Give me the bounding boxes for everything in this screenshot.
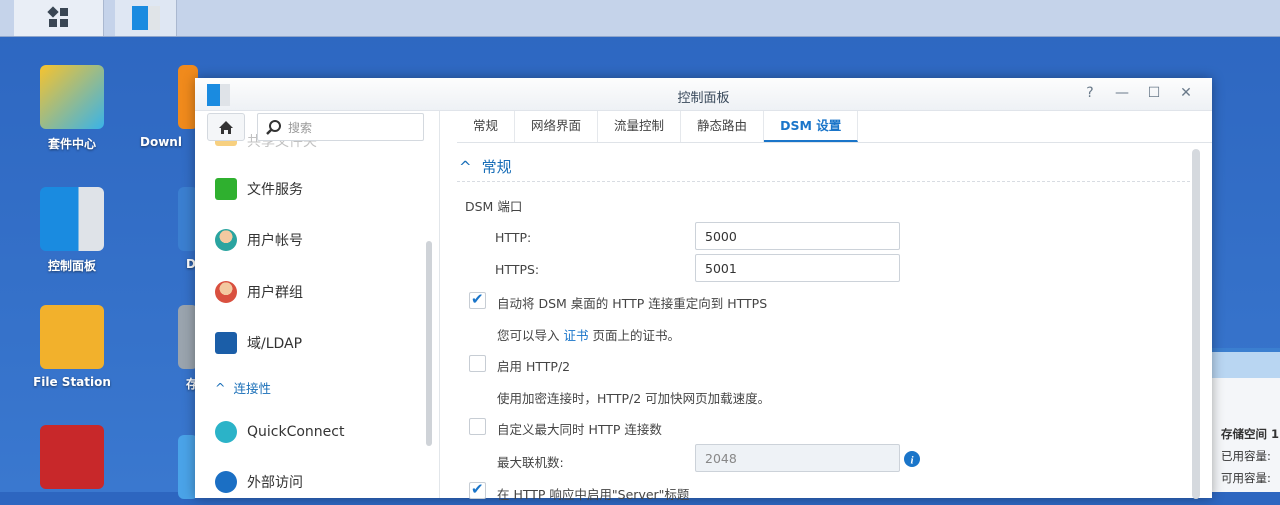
certificate-link[interactable]: 证书 [564, 328, 589, 343]
sidebar: 共享文件夹 搜索 文件服务 用户帐号 用户群组 域/LDAP ^ 连接性 Quic… [195, 111, 440, 498]
import-cert-hint: 您可以导入 证书 页面上的证书。 [497, 325, 680, 344]
sidebar-item-group[interactable]: 用户群组 [215, 281, 303, 303]
info-icon[interactable]: i [904, 451, 920, 467]
desktop-icon-package-center[interactable]: 套件中心 [22, 65, 122, 152]
file-station-icon [40, 305, 104, 369]
taskbar-control-panel[interactable] [115, 0, 177, 36]
title-bar[interactable]: 控制面板 ? — ☐ ✕ [195, 78, 1212, 111]
search-icon [266, 120, 281, 135]
hint-text: 页面上的证书。 [592, 328, 681, 343]
content-scrollbar[interactable] [1192, 149, 1200, 499]
sidebar-item-label: 文件服务 [247, 182, 303, 198]
tab-dsm-settings[interactable]: DSM 设置 [764, 111, 859, 142]
custom-max-connections-checkbox[interactable] [469, 418, 486, 435]
dsm-port-label: DSM 端口 [465, 199, 523, 214]
search-input[interactable]: 搜索 [257, 113, 424, 141]
section-header[interactable]: ^ 常规 [459, 156, 512, 177]
server-header-label: 在 HTTP 响应中启用"Server"标题 [497, 487, 690, 502]
video-station-icon [40, 425, 104, 489]
section-title: 常规 [481, 158, 512, 176]
quickconnect-icon [215, 421, 237, 443]
sidebar-item-user[interactable]: 用户帐号 [215, 229, 303, 251]
http2-description: 使用加密连接时，HTTP/2 可加快网页加载速度。 [497, 391, 771, 406]
desktop-icon-file-station[interactable]: File Station [22, 305, 122, 389]
tab-traffic-control[interactable]: 流量控制 [598, 111, 682, 142]
tab-static-route[interactable]: 静态路由 [681, 111, 765, 142]
group-icon [215, 281, 237, 303]
globe-icon [215, 471, 237, 493]
divider [457, 181, 1200, 182]
icon-label: File Station [33, 375, 111, 389]
sidebar-item-label: 外部访问 [247, 475, 303, 491]
grid-icon [46, 6, 68, 27]
http2-label: 启用 HTTP/2 [497, 359, 571, 374]
sidebar-item-quickconnect[interactable]: QuickConnect [215, 421, 344, 443]
chevron-up-icon: ^ [459, 158, 472, 176]
max-connections-input[interactable]: 2048 [695, 444, 900, 472]
desktop-icon-video[interactable] [22, 425, 122, 495]
sidebar-item-label: 用户帐号 [247, 233, 303, 249]
control-panel-icon [40, 187, 104, 251]
tab-bar: 常规 网络界面 流量控制 静态路由 DSM 设置 [457, 111, 1212, 143]
main-menu-button[interactable] [14, 0, 104, 36]
desktop-icon-d[interactable]: D [140, 187, 200, 271]
desktop-icon-download[interactable]: Downl [140, 65, 200, 149]
sidebar-item-file-services[interactable]: 文件服务 [215, 178, 303, 200]
http-label: HTTP: [495, 230, 532, 245]
control-panel-window: 控制面板 ? — ☐ ✕ 共享文件夹 搜索 文件服务 用户帐号 用户群组 域/L… [195, 78, 1212, 502]
window-title: 控制面板 [677, 91, 730, 106]
settings-content: ^ 常规 DSM 端口 HTTP: 5000 HTTPS: 5001 自动将 DS… [441, 144, 1212, 502]
storage-widget: 存储空间 1 已用容量: 可用容量: [1212, 348, 1280, 492]
icon-label: 控制面板 [47, 259, 96, 273]
server-header-checkbox[interactable] [469, 480, 486, 499]
sidebar-group-connectivity[interactable]: ^ 连接性 [215, 378, 271, 397]
icon-label: Downl [140, 135, 182, 149]
sidebar-item-ldap[interactable]: 域/LDAP [215, 332, 302, 354]
sidebar-scrollbar[interactable] [426, 241, 432, 446]
https-label: HTTPS: [495, 262, 540, 277]
home-icon [219, 120, 233, 134]
home-button[interactable] [207, 113, 245, 141]
minimize-button[interactable]: — [1112, 85, 1132, 101]
http-port-input[interactable]: 5000 [695, 222, 900, 250]
https-port-input[interactable]: 5001 [695, 254, 900, 282]
widget-line: 存储空间 1 [1221, 427, 1280, 441]
chevron-up-icon: ^ [215, 380, 226, 395]
desktop-icon-control-panel[interactable]: 控制面板 [22, 187, 122, 274]
max-connections-label: 最大联机数: [497, 455, 564, 470]
hint-text: 您可以导入 [497, 328, 560, 343]
sidebar-item-label: QuickConnect [247, 424, 345, 440]
widget-line: 已用容量: [1221, 449, 1271, 463]
package-center-icon [40, 65, 104, 129]
ldap-icon [215, 332, 237, 354]
sidebar-item-external-access[interactable]: 外部访问 [215, 471, 303, 493]
redirect-https-label: 自动将 DSM 桌面的 HTTP 连接重定向到 HTTPS [497, 296, 768, 311]
desktop-icon-cloud[interactable] [140, 435, 200, 505]
taskbar [0, 0, 1280, 37]
redirect-https-checkbox[interactable] [469, 290, 486, 309]
widget-header [1212, 348, 1280, 378]
user-icon [215, 229, 237, 251]
close-button[interactable]: ✕ [1176, 85, 1196, 101]
http2-checkbox[interactable] [469, 355, 486, 372]
help-button[interactable]: ? [1080, 85, 1100, 101]
widget-line: 可用容量: [1221, 471, 1271, 485]
search-placeholder: 搜索 [288, 120, 313, 135]
sidebar-group-label: 连接性 [233, 381, 271, 396]
desktop-icon-storage[interactable]: 存 [140, 305, 200, 392]
maximize-button[interactable]: ☐ [1144, 85, 1164, 101]
file-services-icon [215, 178, 237, 200]
icon-label: 套件中心 [47, 137, 96, 151]
sidebar-item-label: 用户群组 [247, 285, 303, 301]
tab-network-interface[interactable]: 网络界面 [515, 111, 599, 142]
control-panel-icon [131, 6, 160, 30]
tab-general[interactable]: 常规 [457, 111, 516, 142]
sidebar-item-label: 域/LDAP [247, 336, 303, 352]
custom-max-connections-label: 自定义最大同时 HTTP 连接数 [497, 422, 662, 437]
